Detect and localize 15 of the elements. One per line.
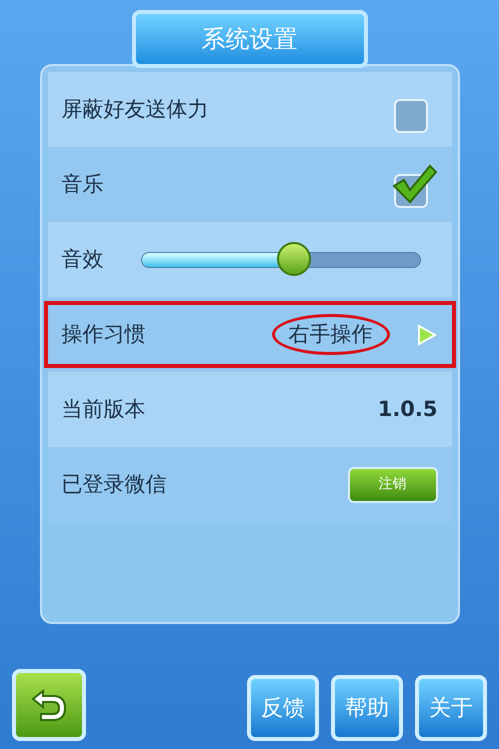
option-value: 右手操作 — [272, 314, 390, 356]
setting-label: 当前版本 — [62, 396, 146, 423]
setting-label: 已登录微信 — [62, 470, 166, 498]
setting-label: 音效 — [62, 246, 104, 273]
menu-button[interactable]: 帮助 — [331, 675, 403, 741]
menu-button[interactable]: 反馈 — [247, 675, 319, 741]
setting-label: 屏蔽好友送体力 — [62, 96, 208, 123]
setting-label: 操作习惯 — [62, 320, 146, 348]
logout-button[interactable]: 注销 — [348, 466, 438, 502]
setting-label: 音乐 — [62, 170, 104, 198]
version-value: 1.0.5 — [378, 396, 438, 423]
window-title: 系统设置 — [132, 10, 368, 68]
back-button[interactable] — [12, 669, 86, 741]
menu-button[interactable]: 关于 — [415, 675, 487, 741]
checkbox[interactable] — [390, 162, 438, 208]
